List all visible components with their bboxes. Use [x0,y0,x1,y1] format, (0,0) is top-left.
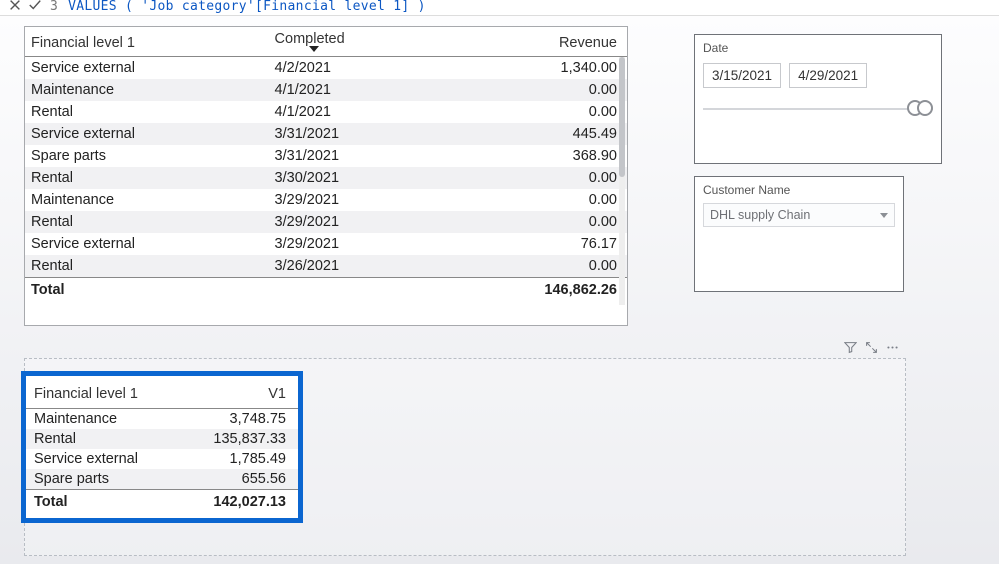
table-row[interactable]: Rental135,837.33 [26,429,298,449]
formula-text[interactable]: 3VALUES ( 'Job category'[Financial level… [50,0,426,14]
table-row[interactable]: Service external3/31/2021445.49 [25,123,627,145]
table-row[interactable]: Rental3/26/20210.00 [25,255,627,278]
col-revenue[interactable]: Revenue [441,27,627,57]
table-row[interactable]: Rental3/29/20210.00 [25,211,627,233]
focus-mode-icon[interactable] [865,341,878,357]
table-row[interactable]: Spare parts3/31/2021368.90 [25,145,627,167]
date-slider-track[interactable] [703,108,933,110]
col-v1[interactable]: V1 [180,382,298,409]
commit-formula-icon[interactable] [28,0,42,15]
slicer-customer[interactable]: Customer Name DHL supply Chain [694,176,904,292]
customer-dropdown-value: DHL supply Chain [710,208,810,222]
date-slider-handles[interactable] [907,100,937,118]
table-row[interactable]: Rental3/30/20210.00 [25,167,627,189]
filter-icon[interactable] [844,341,857,357]
table-row[interactable]: Rental4/1/20210.00 [25,101,627,123]
table-row[interactable]: Service external3/29/202176.17 [25,233,627,255]
slicer-date[interactable]: Date 3/15/2021 4/29/2021 [694,34,942,164]
more-options-icon[interactable] [886,341,899,357]
slicer-customer-label: Customer Name [703,183,895,197]
customer-dropdown[interactable]: DHL supply Chain [703,203,895,227]
table-row[interactable]: Service external1,785.49 [26,449,298,469]
cancel-formula-icon[interactable] [8,0,22,15]
table-row[interactable]: Maintenance3,748.75 [26,409,298,430]
scrollbar-thumb[interactable] [619,57,625,177]
table-visual-summary[interactable]: Financial level 1 V1 Maintenance3,748.75… [21,371,303,523]
table-row[interactable]: Spare parts655.56 [26,469,298,490]
table-row[interactable]: Service external4/2/20211,340.00 [25,57,627,80]
selected-visual-frame[interactable]: Financial level 1 V1 Maintenance3,748.75… [24,358,906,556]
report-canvas: Financial level 1 Completed Revenue Serv… [0,16,999,564]
chevron-down-icon [880,213,888,218]
table-row[interactable]: Maintenance3/29/20210.00 [25,189,627,211]
formula-bar: 3VALUES ( 'Job category'[Financial level… [0,0,999,16]
total-row: Total142,027.13 [26,490,298,515]
slicer-date-label: Date [703,41,933,55]
total-row: Total146,862.26 [25,278,627,303]
col-completed[interactable]: Completed [269,27,441,57]
table-scrollbar[interactable] [619,57,625,305]
date-start-input[interactable]: 3/15/2021 [703,63,781,88]
col-financial-level[interactable]: Financial level 1 [25,27,269,57]
date-end-input[interactable]: 4/29/2021 [789,63,867,88]
table-row[interactable]: Maintenance4/1/20210.00 [25,79,627,101]
col-financial-level-b[interactable]: Financial level 1 [26,382,180,409]
table-visual-detail[interactable]: Financial level 1 Completed Revenue Serv… [24,26,628,326]
